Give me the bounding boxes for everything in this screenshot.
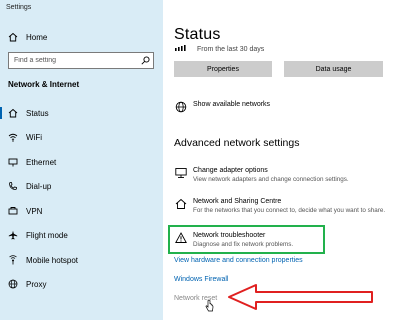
- sharing-title: Network and Sharing Centre: [193, 198, 282, 205]
- search-icon[interactable]: [137, 56, 153, 65]
- sharing-house-icon: [174, 197, 188, 215]
- sharing-desc: For the networks that you connect to, de…: [193, 207, 386, 214]
- highlight-box: [168, 225, 325, 254]
- sidebar-item-label: Flight mode: [26, 230, 68, 240]
- network-globe-icon: [174, 100, 188, 113]
- wifi-icon: [8, 132, 18, 142]
- hotspot-icon: [8, 255, 18, 265]
- hardware-properties-link[interactable]: View hardware and connection properties: [174, 257, 303, 264]
- advanced-heading: Advanced network settings: [174, 137, 300, 149]
- adapter-desc: View network adapters and change connect…: [193, 176, 349, 183]
- adapter-options-row[interactable]: Change adapter options View network adap…: [174, 166, 349, 184]
- windows-firewall-link[interactable]: Windows Firewall: [174, 276, 228, 283]
- sidebar-item-proxy[interactable]: Proxy: [0, 277, 163, 291]
- vpn-icon: [8, 206, 18, 216]
- sharing-centre-row[interactable]: Network and Sharing Centre For the netwo…: [174, 197, 385, 215]
- data-usage-button[interactable]: Data usage: [284, 61, 383, 77]
- dialup-icon: [8, 181, 18, 191]
- hand-cursor-icon: [205, 300, 214, 312]
- sidebar-item-wifi[interactable]: WiFi: [0, 130, 163, 144]
- globe-icon: [8, 279, 18, 289]
- airplane-icon: [8, 230, 18, 240]
- home-label: Home: [26, 32, 48, 42]
- search-input[interactable]: Find a setting: [8, 52, 154, 69]
- search-placeholder: Find a setting: [14, 57, 57, 64]
- main-content: Status From the last 30 days Properties …: [163, 0, 399, 320]
- sidebar-item-label: Ethernet: [26, 157, 57, 167]
- ethernet-icon: [8, 157, 18, 167]
- properties-button[interactable]: Properties: [174, 61, 272, 77]
- sidebar-item-label: Status: [26, 108, 49, 118]
- window-title: Settings: [6, 4, 32, 11]
- usage-line: From the last 30 days: [175, 45, 264, 53]
- show-networks-row[interactable]: Show available networks: [174, 100, 270, 113]
- sidebar-item-label: WiFi: [26, 132, 42, 142]
- sidebar-item-status[interactable]: Status: [0, 106, 163, 120]
- show-networks-link: Show available networks: [193, 101, 271, 108]
- sidebar-item-flight-mode[interactable]: Flight mode: [0, 228, 163, 242]
- signal-bars-icon: [175, 45, 188, 53]
- sidebar-item-label: Mobile hotspot: [26, 255, 79, 265]
- page-title: Status: [174, 26, 221, 43]
- sidebar-item-ethernet[interactable]: Ethernet: [0, 155, 163, 169]
- adapter-icon: [174, 166, 188, 184]
- sidebar-item-label: Proxy: [26, 279, 47, 289]
- section-title: Network & Internet: [8, 80, 80, 89]
- adapter-title: Change adapter options: [193, 167, 268, 174]
- red-arrow-annotation: [228, 284, 373, 310]
- sidebar-item-label: Dial-up: [26, 181, 52, 191]
- usage-text: From the last 30 days: [197, 45, 265, 53]
- sidebar-item-mobile-hotspot[interactable]: Mobile hotspot: [0, 253, 163, 267]
- home-icon: [8, 32, 18, 42]
- sidebar-item-label: VPN: [26, 206, 43, 216]
- sidebar-item-vpn[interactable]: VPN: [0, 204, 163, 218]
- home-nav[interactable]: Home: [8, 31, 47, 43]
- sidebar-item-dialup[interactable]: Dial-up: [0, 179, 163, 193]
- sidebar: Settings Home Find a setting Network & I…: [0, 0, 163, 320]
- home-network-icon: [8, 108, 18, 118]
